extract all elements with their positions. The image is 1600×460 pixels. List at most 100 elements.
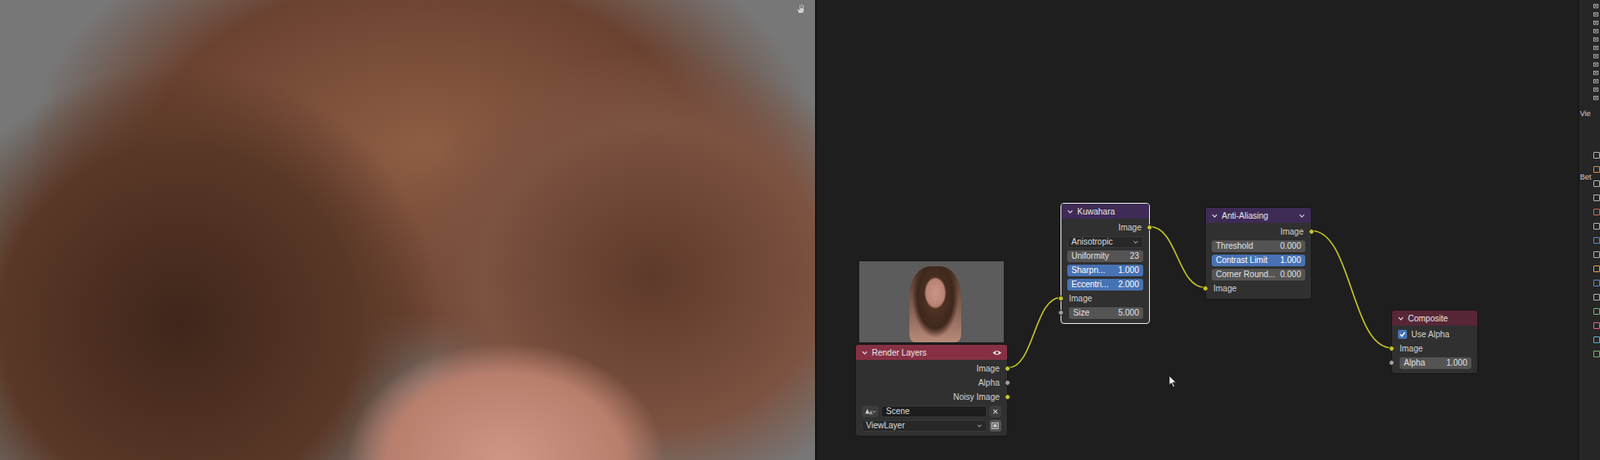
node-link[interactable]: [1311, 231, 1392, 349]
collapse-icon[interactable]: [1397, 314, 1405, 323]
camera-icon[interactable]: [1593, 28, 1600, 34]
properties-tab-icon[interactable]: [1593, 151, 1600, 159]
field-value: 0.000: [1280, 241, 1302, 251]
camera-icon[interactable]: [1593, 53, 1600, 59]
properties-tab-icon[interactable]: [1593, 208, 1600, 216]
properties-tab-icon[interactable]: [1593, 251, 1600, 259]
properties-tab-icon[interactable]: [1593, 336, 1600, 344]
number-field[interactable]: Sharpn... 1.000: [1067, 264, 1144, 277]
render-viewport[interactable]: [0, 0, 816, 460]
camera-icon[interactable]: [1593, 86, 1600, 92]
node-link[interactable]: [1149, 227, 1206, 289]
node[interactable]: Render Layers Image Alpha Noisy Image Sc…: [855, 344, 1008, 437]
properties-tab-icon[interactable]: [1593, 308, 1600, 315]
node[interactable]: Kuwahara Image Anisotropic Uniformity 23…: [1060, 202, 1150, 325]
camera-icon[interactable]: [1593, 95, 1600, 101]
field-value: 1.000: [1118, 265, 1140, 275]
input-socket[interactable]: [1388, 345, 1395, 352]
socket-label: Image: [1399, 344, 1423, 354]
output-socket[interactable]: [1004, 379, 1011, 386]
input-socket[interactable]: [1202, 285, 1209, 292]
properties-tab-icon[interactable]: [1593, 222, 1600, 230]
scene-row: Scene: [855, 404, 1008, 419]
check-icon: [1398, 330, 1407, 339]
collapse-icon[interactable]: [1210, 212, 1219, 220]
node-header[interactable]: Anti-Aliasing: [1205, 207, 1312, 223]
number-field[interactable]: Corner Round... 0.000: [1211, 268, 1306, 281]
camera-icon[interactable]: [1593, 70, 1600, 76]
checkbox-row: Use Alpha: [1392, 327, 1478, 342]
clear-button[interactable]: [989, 405, 1002, 418]
input-socket[interactable]: [1058, 309, 1064, 316]
number-field[interactable]: Alpha 1.000: [1399, 357, 1472, 370]
node-header[interactable]: Kuwahara: [1061, 203, 1150, 219]
node-header[interactable]: Composite: [1392, 310, 1478, 326]
field-label: Corner Round...: [1215, 269, 1276, 279]
output-socket-row: Image: [855, 361, 1008, 376]
side-panel: Vie Bet: [1578, 0, 1600, 460]
properties-tab-icon[interactable]: [1593, 293, 1600, 301]
mouse-cursor-icon: [1168, 374, 1178, 389]
collapse-icon[interactable]: [1066, 207, 1074, 216]
properties-tab-icon[interactable]: [1593, 265, 1600, 273]
camera-icon[interactable]: [1593, 78, 1600, 84]
camera-icon[interactable]: [1593, 20, 1600, 26]
properties-text[interactable]: Bet: [1579, 172, 1593, 182]
properties-tab-icon[interactable]: [1593, 279, 1600, 287]
field-label: Contrast Limit: [1215, 255, 1268, 265]
hand-icon[interactable]: [794, 2, 807, 15]
collapse-icon[interactable]: [860, 349, 869, 357]
input-socket[interactable]: [1388, 359, 1395, 366]
properties-tab-icon[interactable]: [1593, 237, 1600, 244]
output-socket[interactable]: [1004, 365, 1011, 372]
input-field-row: Size 5.000: [1061, 305, 1150, 320]
checkbox-label: Use Alpha: [1411, 329, 1450, 340]
scene-browse-button[interactable]: [861, 405, 879, 418]
number-field[interactable]: Threshold 0.000: [1211, 240, 1306, 253]
camera-icon[interactable]: [1593, 61, 1600, 67]
dropdown-value: Anisotropic: [1071, 237, 1113, 247]
eye-icon[interactable]: [992, 349, 1003, 357]
node-title: Kuwahara: [1077, 207, 1145, 217]
field-value: 1.000: [1446, 358, 1468, 368]
render-layer-button[interactable]: [989, 420, 1002, 432]
input-socket-row: Image: [1205, 281, 1312, 296]
node-header[interactable]: Render Layers: [855, 344, 1008, 360]
options-icon[interactable]: [1297, 212, 1307, 220]
field-value: 23: [1129, 251, 1140, 261]
properties-tab-icon[interactable]: [1593, 194, 1600, 202]
output-socket-row: Alpha: [855, 375, 1008, 390]
number-field[interactable]: Size 5.000: [1068, 307, 1144, 319]
input-socket[interactable]: [1058, 295, 1064, 302]
preview-figure: [909, 266, 962, 343]
properties-tab-icon[interactable]: [1593, 350, 1600, 358]
output-socket[interactable]: [1146, 224, 1153, 231]
output-socket-row: Noisy Image: [855, 389, 1008, 405]
field-label: Size: [1073, 308, 1089, 318]
field-label: Uniformity: [1071, 251, 1109, 261]
view-layer-dropdown[interactable]: ViewLayer: [861, 420, 988, 432]
node[interactable]: Anti-Aliasing Image Threshold 0.000Contr…: [1205, 207, 1312, 300]
node[interactable]: Composite Use Alpha Image Alpha 1.000: [1391, 309, 1479, 375]
properties-tab-icon[interactable]: [1593, 322, 1600, 330]
node-link[interactable]: [1007, 298, 1061, 369]
socket-label: Image: [1068, 293, 1093, 304]
number-field[interactable]: Eccentri... 2.000: [1067, 278, 1144, 291]
properties-tab-icon[interactable]: [1593, 166, 1600, 173]
camera-icon[interactable]: [1593, 11, 1600, 17]
output-socket[interactable]: [1004, 394, 1011, 400]
outliner-text[interactable]: Vie: [1579, 109, 1593, 118]
input-socket-row: Image: [1061, 291, 1150, 306]
checkbox[interactable]: [1397, 329, 1408, 340]
socket-label: Alpha: [977, 378, 1000, 388]
number-field[interactable]: Uniformity 23: [1067, 250, 1144, 263]
camera-icon[interactable]: [1593, 36, 1600, 42]
dropdown[interactable]: Anisotropic: [1067, 236, 1144, 249]
output-socket[interactable]: [1308, 228, 1315, 235]
camera-icon[interactable]: [1593, 45, 1600, 51]
camera-icon[interactable]: [1593, 3, 1600, 9]
number-field[interactable]: Contrast Limit 1.000: [1211, 254, 1306, 267]
properties-tab-icon[interactable]: [1593, 180, 1600, 188]
scene-field[interactable]: Scene: [881, 405, 988, 418]
node-editor[interactable]: Render Layers Image Alpha Noisy Image Sc…: [816, 0, 1579, 460]
